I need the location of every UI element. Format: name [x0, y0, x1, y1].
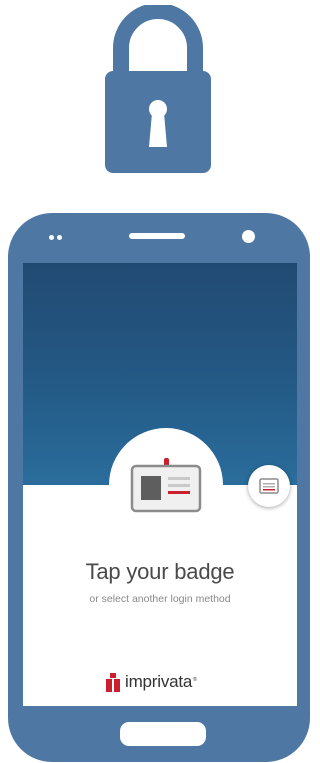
home-button[interactable]	[120, 722, 206, 746]
phone-screen: Tap your badge or select another login m…	[23, 263, 297, 706]
padlock-icon	[105, 5, 211, 173]
brand-registered-mark: ®	[193, 677, 197, 683]
phone-speaker	[129, 233, 185, 239]
imprivata-logo-mark	[106, 672, 120, 692]
sensor-dots	[49, 235, 65, 241]
login-title: Tap your badge	[85, 559, 235, 584]
login-subtitle: or select another login method	[89, 593, 231, 605]
imprivata-logo: imprivata ®	[106, 671, 197, 693]
phone-frame: Tap your badge or select another login m…	[8, 213, 310, 762]
card-icon	[259, 478, 279, 494]
alternate-login-button[interactable]	[248, 465, 290, 507]
brand-name: imprivata	[125, 672, 193, 691]
phone-camera	[242, 230, 255, 243]
id-badge-icon	[130, 458, 202, 513]
